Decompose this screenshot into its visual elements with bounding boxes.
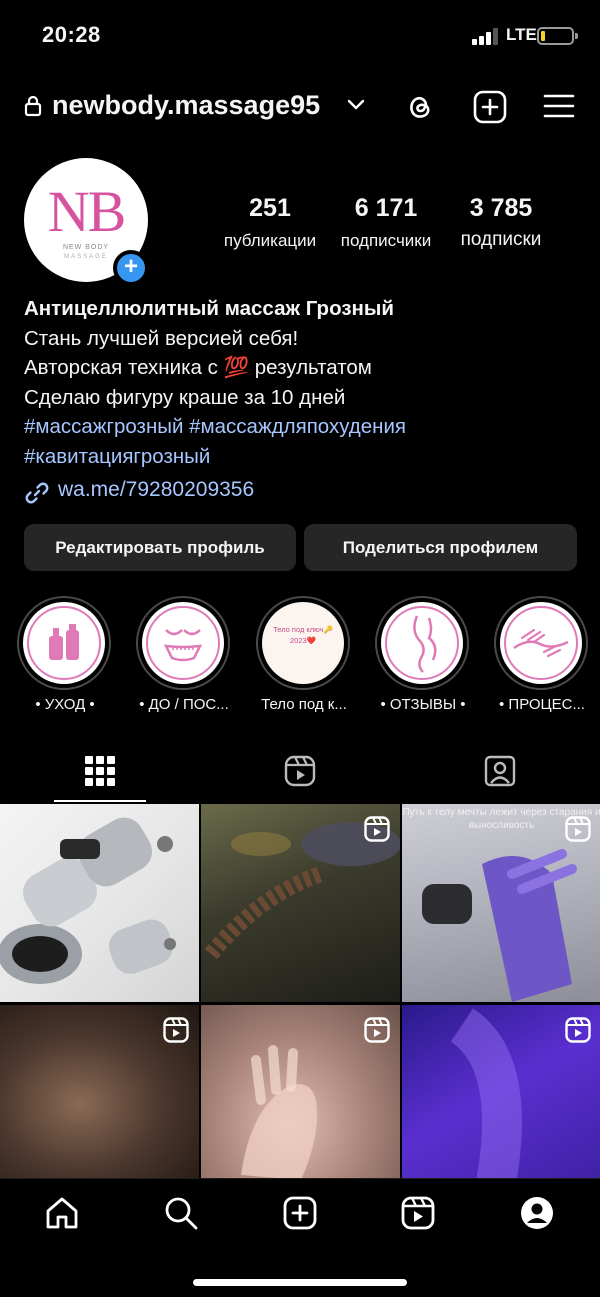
post-thumbnail[interactable]: Путь к телу мечты лежит через старания и… [402, 804, 600, 1002]
home-icon [46, 1197, 78, 1229]
reel-badge-icon [565, 816, 591, 842]
profile-icon [521, 1197, 553, 1229]
status-bar: 20:28 LTE [0, 0, 600, 72]
stat-posts-label: публикации [223, 231, 317, 250]
hands-icon [513, 628, 569, 658]
profile-header: newbody.massage95 [0, 84, 600, 130]
share-profile-button[interactable]: Поделиться профилем [304, 524, 577, 571]
bikini-icon [163, 629, 203, 662]
stat-following-label: подписки [460, 229, 542, 250]
tagged-icon [484, 755, 516, 787]
bottom-nav [0, 1178, 600, 1297]
reel-badge-icon [163, 1017, 189, 1043]
stat-posts-value: 251 [249, 194, 291, 222]
bio-line: Авторская техника с 💯 результатом [24, 356, 372, 379]
nav-search[interactable] [163, 1195, 199, 1231]
stat-followers[interactable]: 6 171 подписчики [332, 194, 440, 251]
highlight-label: • ДО / ПОС... [139, 696, 229, 713]
bottles-icon [49, 624, 79, 660]
home-indicator [193, 1279, 407, 1286]
profile-bio: Антицеллюлитный массаж Грозный Стань луч… [24, 294, 580, 471]
lock-icon [24, 95, 42, 117]
stat-following[interactable]: 3 785 подписки [448, 194, 554, 251]
create-post-icon [283, 1196, 317, 1230]
profile-name: Антицеллюлитный массаж Грозный [24, 297, 395, 320]
grid-icon [85, 756, 115, 786]
tab-reels[interactable] [200, 752, 400, 804]
post-thumbnail[interactable] [402, 1005, 600, 1203]
posts-grid: Путь к телу мечты лежит через старания и… [0, 804, 600, 1203]
account-switcher[interactable]: newbody.massage95 [52, 90, 320, 121]
network-type: LTE [506, 25, 537, 44]
highlight-label: • ПРОЦЕС... [499, 696, 585, 713]
cavitation-device-image [0, 817, 176, 984]
highlight-cover-text: Тело под ключ🔑 2023❤️ [273, 625, 333, 645]
nav-profile[interactable] [519, 1195, 555, 1231]
menu-icon[interactable] [543, 93, 575, 119]
search-icon [165, 1197, 198, 1230]
threads-icon[interactable] [404, 90, 436, 122]
add-story-button[interactable]: + [113, 250, 149, 286]
stat-posts[interactable]: 251 публикации [218, 194, 322, 251]
reel-badge-icon [364, 816, 390, 842]
bio-hashtags[interactable]: #кавитациягрозный [24, 442, 580, 472]
highlight-label: • ОТЗЫВЫ • [380, 696, 466, 713]
stat-followers-value: 6 171 [354, 194, 418, 222]
nav-home[interactable] [44, 1195, 80, 1231]
reels-icon [284, 755, 316, 787]
nav-create[interactable] [282, 1195, 318, 1231]
post-thumbnail[interactable] [201, 1005, 400, 1203]
bio-line: Сделаю фигуру краше за 10 дней [24, 385, 346, 409]
stat-following-value: 3 785 [469, 194, 533, 222]
bio-line: Стань лучшей версией себя! [24, 326, 299, 350]
post-thumbnail[interactable] [0, 804, 199, 1002]
profile-link-text[interactable]: wa.me/79280209356 [58, 478, 254, 502]
signal-icon [472, 27, 502, 45]
bio-hashtags[interactable]: #массажгрозный #массаждляпохудения [24, 412, 580, 442]
profile-tabs [0, 752, 600, 804]
tab-posts-grid[interactable] [0, 752, 200, 804]
reel-badge-icon [565, 1017, 591, 1043]
post-thumbnail[interactable] [0, 1005, 199, 1203]
highlight-label: • УХОД • [35, 696, 95, 713]
reel-badge-icon [364, 1017, 390, 1043]
reels-icon [401, 1196, 435, 1230]
link-icon [25, 482, 49, 504]
tab-tagged[interactable] [400, 752, 600, 804]
nav-reels[interactable] [400, 1195, 436, 1231]
battery-icon [537, 27, 578, 45]
stat-followers-label: подписчики [340, 231, 432, 250]
avatar-logo: NB [47, 179, 127, 244]
chevron-down-icon[interactable] [347, 97, 365, 111]
post-thumbnail[interactable] [201, 804, 400, 1002]
new-post-icon[interactable] [473, 90, 507, 124]
active-tab-indicator [54, 800, 146, 802]
status-time: 20:28 [42, 22, 101, 47]
body-silhouette-icon [413, 615, 437, 673]
highlight-label: Тело под к... [261, 696, 347, 713]
edit-profile-button[interactable]: Редактировать профиль [24, 524, 296, 571]
